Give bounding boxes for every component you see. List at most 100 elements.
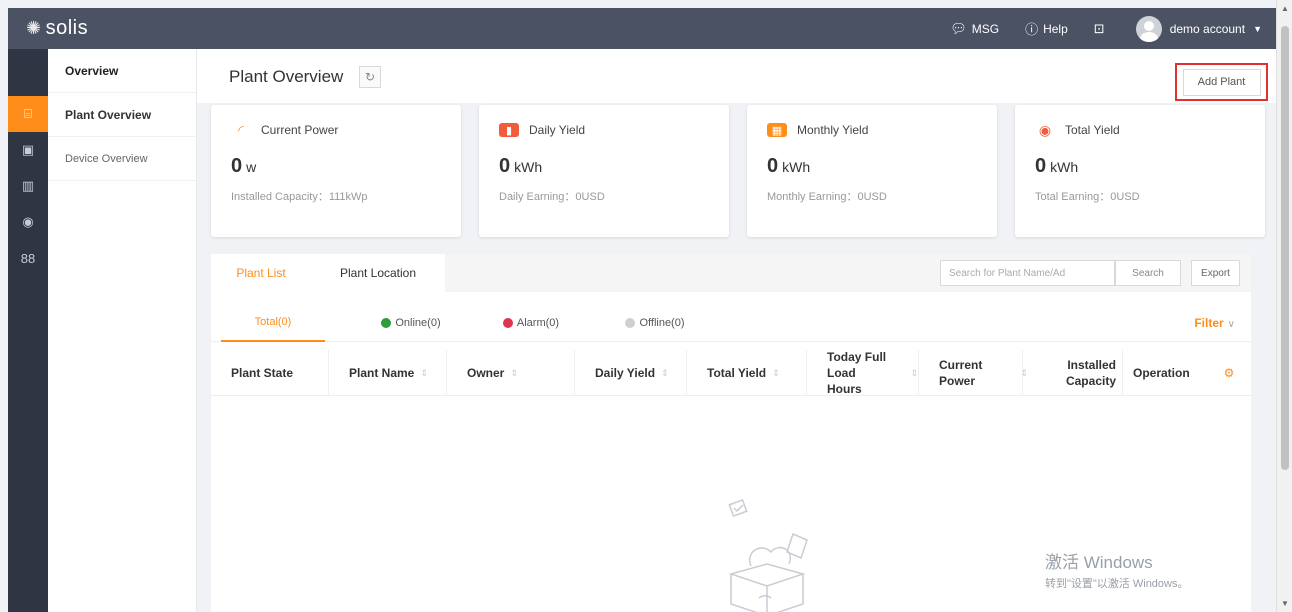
- status-filter-row: Total(0) Online(0) Alarm(0) Offline(0) F…: [211, 304, 1251, 342]
- table-header: Plant State Plant Name ⇕ Owner ⇕ Daily Yie…: [211, 350, 1251, 396]
- column-total-yield[interactable]: Total Yield ⇕: [687, 350, 807, 396]
- card-subtext: Monthly Earning：0USD: [767, 191, 887, 203]
- status-tab-alarm[interactable]: Alarm(0): [479, 304, 583, 342]
- card-value: 0: [499, 155, 511, 177]
- tab-plant-location[interactable]: Plant Location: [311, 254, 445, 292]
- caret-down-icon: ▼: [1253, 23, 1262, 34]
- calendar-icon: ▦: [767, 123, 787, 137]
- column-label: Total Yield: [707, 366, 767, 380]
- device-icon: ▣: [21, 142, 35, 157]
- card-monthly-yield: ▦ Monthly Yield 0 kWh Monthly Earning：0US…: [747, 105, 997, 237]
- battery-icon: ▮: [499, 123, 519, 137]
- offline-dot-icon: [625, 318, 636, 328]
- column-daily-yield[interactable]: Daily Yield ⇕: [575, 350, 687, 396]
- refresh-button[interactable]: ↻: [359, 66, 381, 88]
- scroll-thumb[interactable]: [1281, 26, 1289, 470]
- account-name: demo account: [1169, 21, 1246, 36]
- rail-plant[interactable]: ⌸: [8, 96, 48, 132]
- sidebar-item-overview[interactable]: Overview: [48, 49, 196, 93]
- sidebar-item-plant-overview[interactable]: Plant Overview: [48, 93, 196, 137]
- msg-button[interactable]: 💬︎ MSG: [950, 21, 999, 37]
- sort-icon[interactable]: ⇕: [772, 368, 780, 379]
- sidebar: Overview Plant Overview Device Overview: [48, 49, 197, 612]
- refresh-icon: ↻: [364, 70, 376, 84]
- status-label: Online(0): [395, 317, 441, 329]
- status-label: Total(0): [254, 316, 292, 328]
- logo-text: solis: [45, 17, 89, 39]
- column-settings-gear-icon[interactable]: ⚙: [1224, 366, 1235, 380]
- column-plant-name[interactable]: Plant Name ⇕: [329, 350, 447, 396]
- sort-icon[interactable]: ⇕: [910, 368, 918, 379]
- card-current-power: ◜ Current Power 0w Installed Capacity：11…: [211, 105, 461, 237]
- panel-tabs: Plant List Plant Location Search for Pla…: [211, 254, 1251, 292]
- sun-logo-icon: ✺: [26, 18, 42, 38]
- help-button[interactable]: ⓘ Help: [1025, 19, 1068, 38]
- chevron-down-icon: ∨: [1227, 319, 1235, 330]
- main-content: Plant Overview ↻ Add Plant ◜ Current Pow…: [197, 49, 1276, 612]
- sort-icon[interactable]: ⇕: [661, 368, 669, 379]
- add-plant-highlight: Add Plant: [1175, 63, 1268, 101]
- column-operation: Operation ⚙: [1123, 350, 1251, 396]
- monitor-icon: ◉: [22, 214, 34, 229]
- top-bar: ✺ solis 💬︎ MSG ⓘ Help ⊡ demo account ▼: [8, 8, 1276, 49]
- sidebar-item-device-overview[interactable]: Device Overview: [48, 137, 196, 181]
- column-label: Daily Yield: [595, 366, 656, 380]
- scroll-down-arrow-icon[interactable]: ▼: [1281, 599, 1289, 608]
- solis-logo[interactable]: ✺ solis: [26, 17, 88, 40]
- page-header: Plant Overview ↻ Add Plant: [197, 49, 1276, 103]
- column-label: Plant State: [231, 366, 294, 380]
- alarm-dot-icon: [502, 318, 513, 328]
- card-daily-yield: ▮ Daily Yield 0 kWh Daily Earning：0USD: [479, 105, 729, 237]
- status-tab-offline[interactable]: Offline(0): [603, 304, 707, 342]
- report-icon: ▥: [21, 178, 35, 193]
- watermark-line-2: 转到"设置"以激活 Windows。: [1045, 578, 1189, 590]
- column-full-load-hours[interactable]: Today Full Load Hours ⇕: [807, 350, 919, 396]
- sort-icon[interactable]: ⇕: [420, 368, 428, 379]
- avatar: [1135, 15, 1162, 42]
- apps-icon: 88: [20, 250, 36, 266]
- column-plant-state: Plant State: [211, 350, 329, 396]
- upload-box-icon: ⊡: [1093, 20, 1105, 36]
- status-label: Alarm(0): [516, 317, 560, 329]
- status-tab-total[interactable]: Total(0): [221, 304, 325, 342]
- card-subtext: Daily Earning：0USD: [499, 191, 605, 203]
- rail-apps[interactable]: 88: [8, 240, 48, 276]
- card-value: 0: [767, 155, 779, 177]
- card-subtext: Total Earning：0USD: [1035, 191, 1140, 203]
- card-value: 0: [231, 155, 243, 177]
- column-owner[interactable]: Owner ⇕: [447, 350, 575, 396]
- column-label: Today Full Load Hours: [827, 350, 887, 396]
- icon-rail: ⌸ ▣ ▥ ◉ 88: [8, 49, 48, 612]
- summary-cards: ◜ Current Power 0w Installed Capacity：11…: [211, 105, 1265, 237]
- vertical-scrollbar[interactable]: ▲ ▼: [1276, 0, 1292, 612]
- tab-plant-list[interactable]: Plant List: [211, 254, 311, 292]
- card-unit: w: [246, 159, 257, 175]
- status-tab-online[interactable]: Online(0): [359, 304, 463, 342]
- help-label: Help: [1043, 21, 1068, 36]
- rail-device[interactable]: ▣: [8, 132, 48, 168]
- column-label: Installed Capacity: [1065, 358, 1116, 388]
- status-label: Offline(0): [639, 317, 685, 329]
- account-menu[interactable]: demo account ▼: [1135, 15, 1262, 42]
- empty-box-illustration: [728, 499, 808, 612]
- search-button[interactable]: Search: [1115, 260, 1181, 286]
- rail-monitor[interactable]: ◉: [8, 204, 48, 240]
- rail-home[interactable]: [8, 49, 48, 96]
- rail-report[interactable]: ▥: [8, 168, 48, 204]
- eye-icon: ◉: [1038, 121, 1052, 138]
- card-unit: kWh: [514, 159, 543, 175]
- card-total-yield: ◉ Total Yield 0 kWh Total Earning：0USD: [1015, 105, 1265, 237]
- filter-dropdown[interactable]: Filter ∨: [1194, 316, 1235, 330]
- chat-icon: 💬︎: [950, 20, 967, 36]
- export-screen-button[interactable]: ⊡: [1094, 21, 1110, 37]
- search-input[interactable]: Search for Plant Name/Ad: [940, 260, 1115, 286]
- add-plant-button[interactable]: Add Plant: [1182, 68, 1261, 96]
- watermark-line-1: 激活 Windows: [1045, 553, 1153, 572]
- page-title: Plant Overview: [229, 67, 344, 86]
- windows-activation-watermark: 激活 Windows 转到"设置"以激活 Windows。: [1045, 548, 1189, 591]
- card-title: Daily Yield: [529, 123, 586, 137]
- scroll-up-arrow-icon[interactable]: ▲: [1281, 4, 1289, 13]
- export-button[interactable]: Export: [1191, 260, 1240, 286]
- sort-icon[interactable]: ⇕: [510, 368, 518, 379]
- column-current-power[interactable]: Current Power ⇕: [919, 350, 1028, 396]
